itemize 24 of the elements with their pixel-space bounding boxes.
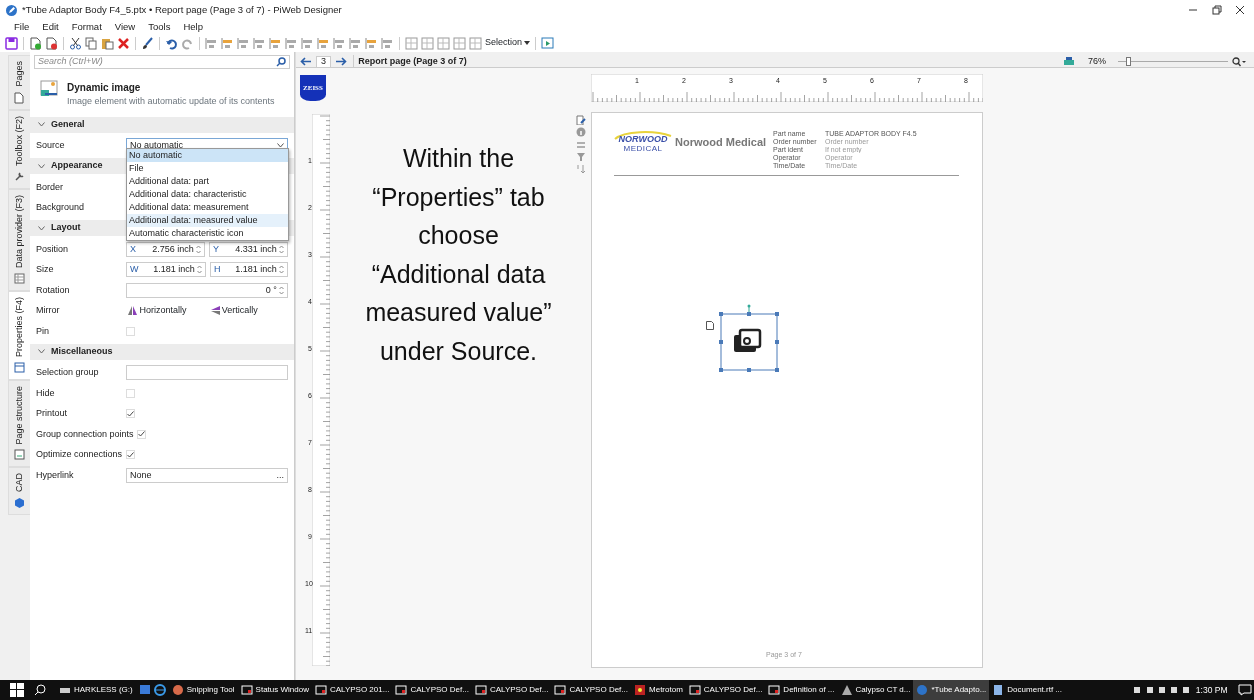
- page-title: Report page (Page 3 of 7): [353, 54, 467, 69]
- property-label: Mirror: [36, 304, 61, 317]
- property-label: Printout: [36, 407, 69, 420]
- property-label: Hyperlink: [36, 468, 75, 482]
- property-label: Rotation: [36, 283, 71, 297]
- element-description: Image element with automatic update of its contents: [67, 95, 275, 108]
- clock-time: 1:30 PM: [1195, 683, 1228, 697]
- property-label: Pin: [36, 324, 50, 338]
- element-title: Dynamic image: [67, 81, 142, 95]
- instruction-text: Within the “Properties” tab choose “Additional data measured value” under Source.: [364, 143, 553, 367]
- property-label: Group connection points: [36, 427, 135, 441]
- brand-wordmark: NORWOOD: [618, 135, 668, 144]
- window-title: *Tube Adaptor Body F4_5.ptx • Report page (Page 3 of 7) - PiWeb Designer: [22, 2, 342, 17]
- property-label: Source: [36, 139, 66, 152]
- property-label: Size: [36, 263, 55, 276]
- company-name: Norwood Medical: [675, 135, 768, 150]
- property-label: Hide: [36, 386, 56, 400]
- property-label: Background: [36, 201, 86, 214]
- property-label: Optimize connections: [36, 448, 124, 461]
- brand-subtitle: MEDICAL: [623, 144, 663, 153]
- property-label: Selection group: [36, 366, 100, 379]
- property-label: Border: [36, 180, 64, 194]
- property-label: Position: [36, 242, 70, 256]
- zoom-level: 76%: [1088, 54, 1106, 68]
